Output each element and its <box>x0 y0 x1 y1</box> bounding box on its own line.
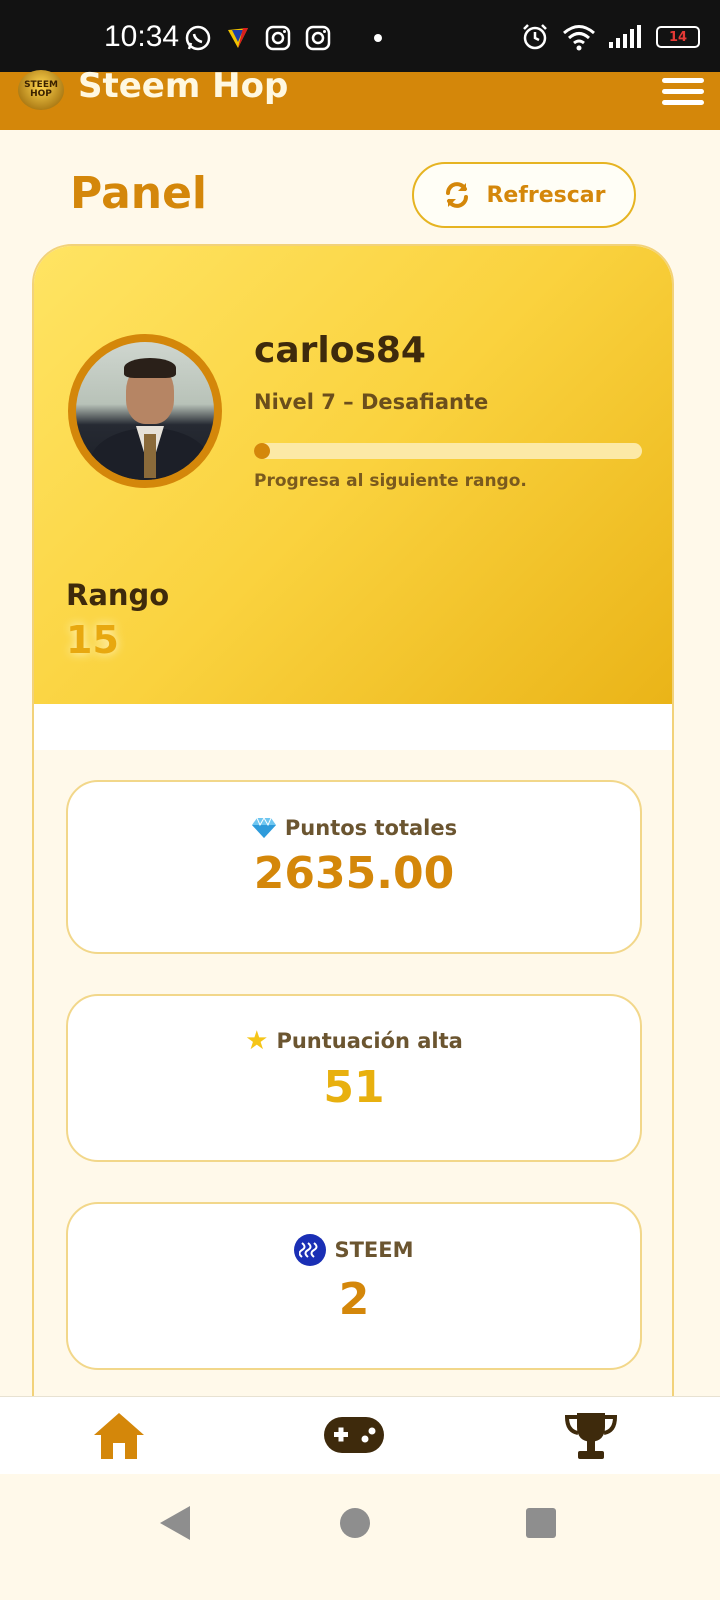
stat-value-total-points: 2635.00 <box>253 848 455 899</box>
alarm-icon <box>523 24 547 50</box>
page-title: Panel <box>70 168 208 219</box>
home-icon <box>94 1413 144 1459</box>
stat-card-total-points: Puntos totales 2635.00 <box>66 780 642 954</box>
back-icon[interactable] <box>160 1506 190 1540</box>
app-header: STEEM HOP Steem Hop <box>0 66 720 130</box>
battery-icon: 14 <box>656 26 700 48</box>
steem-icon <box>294 1234 327 1266</box>
recent-apps-icon[interactable] <box>526 1508 556 1538</box>
gem-icon <box>251 817 276 838</box>
refresh-label: Refrescar <box>486 182 606 208</box>
avatar[interactable] <box>68 334 222 488</box>
app-logo[interactable]: STEEM HOP <box>18 70 64 110</box>
stat-label: Puntuación alta <box>276 1029 463 1053</box>
system-icons: 14 <box>520 22 700 52</box>
username: carlos84 <box>254 330 426 371</box>
nav-games[interactable] <box>324 1417 384 1457</box>
stat-value-high-score: 51 <box>323 1062 385 1113</box>
avatar-tie <box>144 434 156 478</box>
wifi-icon <box>563 25 595 51</box>
refresh-button[interactable]: Refrescar <box>412 162 636 228</box>
progress-caption: Progresa al siguiente rango. <box>254 471 527 491</box>
rank-value: 15 <box>66 618 119 662</box>
rank-label: Rango <box>66 578 170 612</box>
flag-icon <box>228 28 248 48</box>
notification-icons <box>184 24 382 52</box>
hamburger-line <box>662 89 704 94</box>
instagram-icon <box>265 25 291 51</box>
status-bar: 10:34 14 <box>0 0 720 72</box>
star-icon: ★ <box>245 1026 269 1056</box>
hamburger-line <box>662 100 704 105</box>
stat-value-steem: 2 <box>338 1274 370 1325</box>
nav-home[interactable] <box>92 1411 146 1465</box>
card-divider <box>34 704 672 750</box>
menu-button[interactable] <box>662 78 704 108</box>
stat-card-steem: STEEM 2 <box>66 1202 642 1370</box>
rank-progress-fill <box>254 443 270 459</box>
level-text: Nivel 7 – Desafiante <box>254 390 489 414</box>
whatsapp-icon <box>185 25 211 51</box>
signal-icon <box>609 25 641 48</box>
stat-label: STEEM <box>334 1238 414 1262</box>
stat-card-high-score: ★ Puntuación alta 51 <box>66 994 642 1162</box>
stat-label-row: STEEM <box>68 1234 640 1266</box>
stat-label: Puntos totales <box>284 816 458 840</box>
system-nav-bar <box>0 1474 720 1600</box>
profile-card: carlos84 Nivel 7 – Desafiante Progresa a… <box>32 244 674 1444</box>
status-time: 10:34 <box>104 20 180 53</box>
bottom-nav <box>0 1396 720 1474</box>
rank-progress-bar <box>254 443 642 459</box>
avatar-hair <box>124 358 176 378</box>
hamburger-icon <box>662 78 704 83</box>
gamepad-icon <box>324 1417 384 1453</box>
trophy-icon <box>564 1413 618 1459</box>
profile-header: carlos84 Nivel 7 – Desafiante Progresa a… <box>34 246 672 704</box>
more-notifications-dot <box>374 34 382 42</box>
stat-label-row: Puntos totales <box>68 816 640 840</box>
instagram-icon <box>305 25 331 51</box>
refresh-icon <box>446 182 469 208</box>
stat-label-row: ★ Puntuación alta <box>68 1028 640 1054</box>
app-title[interactable]: Steem Hop <box>78 66 288 106</box>
home-button-icon[interactable] <box>340 1508 370 1538</box>
battery-level: 14 <box>668 29 688 45</box>
nav-leaderboard[interactable] <box>564 1411 618 1465</box>
